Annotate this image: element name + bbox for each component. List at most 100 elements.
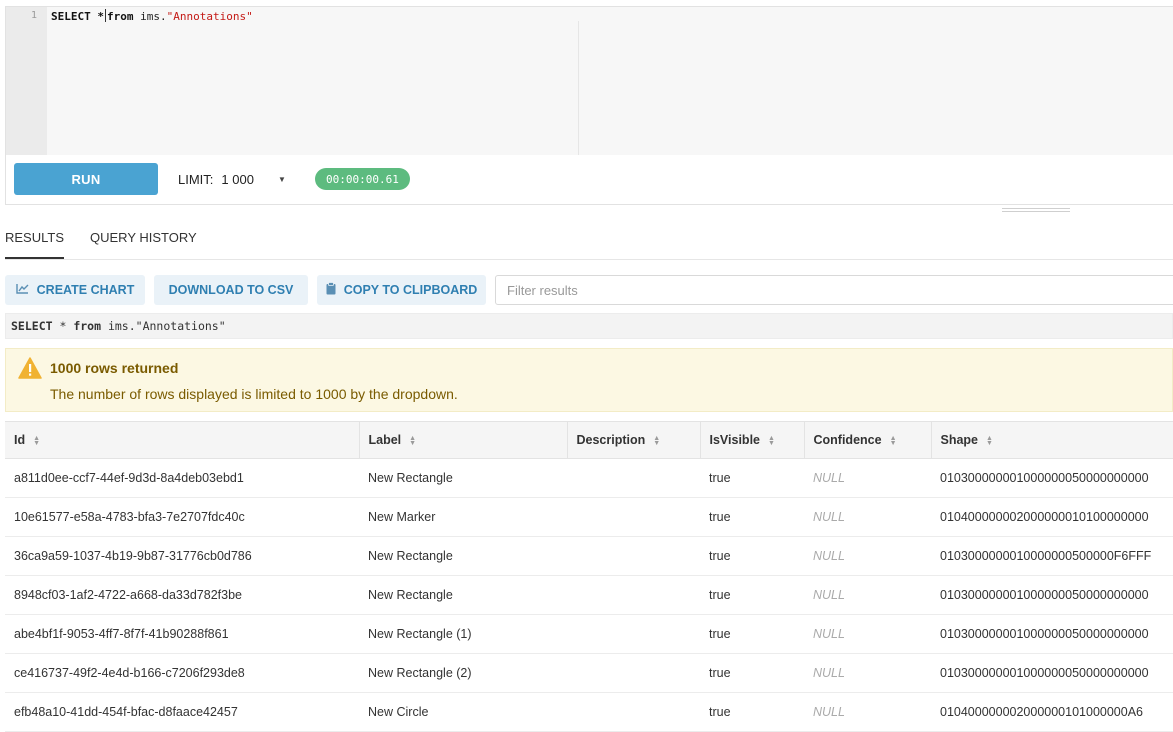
chevron-down-icon: ▼	[277, 175, 286, 184]
query-rest: ims."Annotations"	[101, 319, 226, 333]
cell-isvisible: true	[700, 653, 804, 693]
column-header-isvisible[interactable]: IsVisible ▲ ▼	[700, 421, 805, 459]
column-header-id[interactable]: Id ▲ ▼	[5, 421, 360, 459]
table-row[interactable]: efb48a10-41dd-454f-bfac-d8faace42457 New…	[5, 692, 1173, 732]
clipboard-icon	[326, 282, 336, 298]
sort-icon[interactable]: ▲ ▼	[409, 435, 416, 447]
cell-confidence: NULL	[804, 458, 931, 498]
sort-icon[interactable]: ▲ ▼	[653, 435, 660, 447]
cell-description	[567, 536, 700, 576]
cell-id: abe4bf1f-9053-4ff7-8f7f-41b90288f861	[5, 614, 359, 654]
cell-shape: 010400000002000000101000000A6	[931, 692, 1173, 732]
cell-id: 8948cf03-1af2-4722-a668-da33d782f3be	[5, 575, 359, 615]
results-table: Id ▲ ▼ Label ▲ ▼ Description ▲ ▼ IsVisible ▲ ▼ C…	[5, 421, 1173, 732]
sort-icon[interactable]: ▲ ▼	[890, 435, 897, 447]
query-keyword-select: SELECT	[11, 319, 53, 333]
warning-icon	[18, 357, 42, 383]
code-schema: ims.	[133, 10, 167, 23]
cell-shape: 010300000001000000050000000000	[931, 575, 1173, 615]
sort-icon[interactable]: ▲ ▼	[986, 435, 993, 447]
row-limit-warning: 1000 rows returned The number of rows di…	[5, 348, 1173, 412]
copy-clipboard-label: COPY TO CLIPBOARD	[343, 283, 478, 297]
cell-shape: 0103000000010000000500000F6FFF	[931, 536, 1173, 576]
cell-shape: 010300000001000000050000000000	[931, 653, 1173, 693]
column-header-shape[interactable]: Shape ▲ ▼	[931, 421, 1173, 459]
cell-description	[567, 575, 700, 615]
result-tabs: RESULTS QUERY HISTORY	[5, 220, 1173, 260]
cell-isvisible: true	[700, 575, 804, 615]
copy-clipboard-button[interactable]: COPY TO CLIPBOARD	[317, 275, 486, 305]
cell-confidence: NULL	[804, 575, 931, 615]
cell-id: a811d0ee-ccf7-44ef-9d3d-8a4deb03ebd1	[5, 458, 359, 498]
table-row[interactable]: ce416737-49f2-4e4d-b166-c7206f293de8 New…	[5, 653, 1173, 693]
warning-message: The number of rows displayed is limited …	[50, 386, 458, 402]
table-row[interactable]: a811d0ee-ccf7-44ef-9d3d-8a4deb03ebd1 New…	[5, 458, 1173, 498]
query-keyword-from: from	[73, 319, 102, 333]
code-line[interactable]: SELECT * from ims."Annotations"	[51, 9, 253, 23]
code-table-name: "Annotations"	[166, 10, 253, 23]
cell-confidence: NULL	[804, 692, 931, 732]
cell-label: New Marker	[359, 497, 567, 537]
cell-confidence: NULL	[804, 614, 931, 654]
cell-id: efb48a10-41dd-454f-bfac-d8faace42457	[5, 692, 359, 732]
cell-confidence: NULL	[804, 497, 931, 537]
download-csv-button[interactable]: DOWNLOAD TO CSV	[154, 275, 308, 305]
cell-shape: 010300000001000000050000000000	[931, 458, 1173, 498]
tab-query-history[interactable]: QUERY HISTORY	[90, 230, 197, 245]
cell-description	[567, 458, 700, 498]
create-chart-label: CREATE CHART	[36, 283, 135, 297]
cell-description	[567, 692, 700, 732]
cell-description	[567, 497, 700, 537]
run-button[interactable]: RUN	[14, 163, 158, 195]
sort-icon[interactable]: ▲ ▼	[768, 435, 775, 447]
cell-isvisible: true	[700, 536, 804, 576]
download-csv-label: DOWNLOAD TO CSV	[168, 283, 294, 297]
editor-gutter: 1	[6, 7, 47, 155]
cell-label: New Rectangle	[359, 575, 567, 615]
limit-label: LIMIT:	[178, 172, 214, 187]
cell-label: New Rectangle (2)	[359, 653, 567, 693]
cell-isvisible: true	[700, 692, 804, 732]
limit-value: 1 000	[221, 172, 254, 187]
cell-label: New Circle	[359, 692, 567, 732]
column-header-confidence[interactable]: Confidence ▲ ▼	[804, 421, 932, 459]
limit-select[interactable]: LIMIT: 1 000 ▼	[178, 172, 286, 187]
text-cursor	[104, 9, 106, 22]
executed-query: SELECT * from ims."Annotations"	[5, 313, 1173, 339]
cell-label: New Rectangle	[359, 458, 567, 498]
column-header-description[interactable]: Description ▲ ▼	[567, 421, 701, 459]
table-row[interactable]: 8948cf03-1af2-4722-a668-da33d782f3be New…	[5, 575, 1173, 615]
cell-shape: 010400000002000000010100000000	[931, 497, 1173, 537]
cell-description	[567, 653, 700, 693]
code-keyword-from: from	[106, 10, 134, 23]
elapsed-time-badge: 00:00:00.61	[315, 168, 410, 190]
resize-handle[interactable]	[1002, 208, 1070, 213]
cell-shape: 010300000001000000050000000000	[931, 614, 1173, 654]
create-chart-button[interactable]: CREATE CHART	[5, 275, 145, 305]
cell-description	[567, 614, 700, 654]
sort-icon[interactable]: ▲ ▼	[33, 435, 40, 447]
table-header-row: Id ▲ ▼ Label ▲ ▼ Description ▲ ▼ IsVisible ▲ ▼ C…	[5, 421, 1173, 459]
table-row[interactable]: 10e61577-e58a-4783-bfa3-7e2707fdc40c New…	[5, 497, 1173, 537]
table-row[interactable]: abe4bf1f-9053-4ff7-8f7f-41b90288f861 New…	[5, 614, 1173, 654]
cell-id: 36ca9a59-1037-4b19-9b87-31776cb0d786	[5, 536, 359, 576]
code-keyword-select: SELECT *	[51, 10, 104, 23]
cell-id: 10e61577-e58a-4783-bfa3-7e2707fdc40c	[5, 497, 359, 537]
table-row[interactable]: 36ca9a59-1037-4b19-9b87-31776cb0d786 New…	[5, 536, 1173, 576]
filter-results-input[interactable]: Filter results	[495, 275, 1173, 305]
cell-id: ce416737-49f2-4e4d-b166-c7206f293de8	[5, 653, 359, 693]
cell-confidence: NULL	[804, 653, 931, 693]
query-toolbar: RUN LIMIT: 1 000 ▼ 00:00:00.61	[5, 155, 1173, 205]
warning-title: 1000 rows returned	[50, 360, 179, 376]
cell-isvisible: true	[700, 614, 804, 654]
cell-isvisible: true	[700, 458, 804, 498]
cell-label: New Rectangle	[359, 536, 567, 576]
line-chart-icon	[15, 283, 29, 297]
line-number: 1	[30, 10, 37, 21]
query-star: *	[52, 319, 74, 333]
sql-editor[interactable]: 1 SELECT * from ims."Annotations"	[5, 6, 1173, 156]
tab-results[interactable]: RESULTS	[5, 230, 64, 259]
column-header-label[interactable]: Label ▲ ▼	[359, 421, 568, 459]
cell-confidence: NULL	[804, 536, 931, 576]
cell-isvisible: true	[700, 497, 804, 537]
